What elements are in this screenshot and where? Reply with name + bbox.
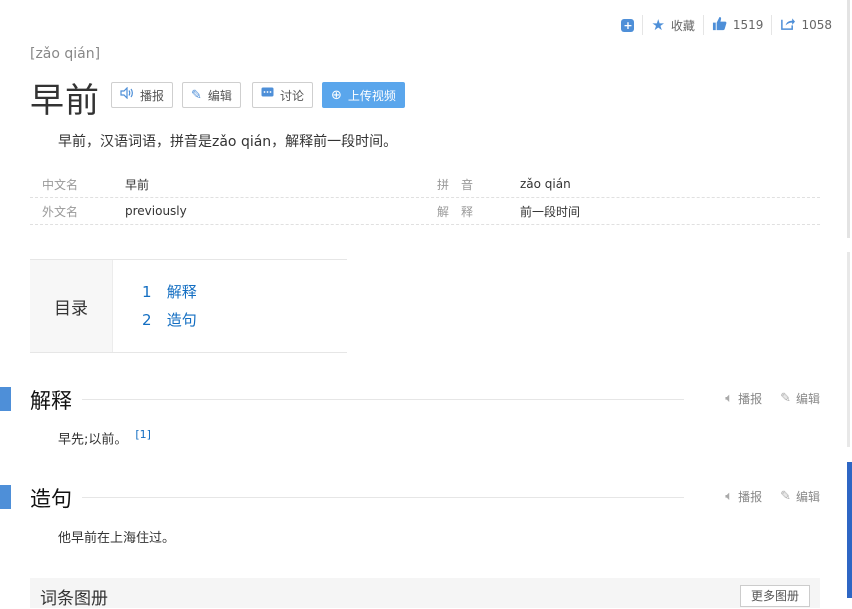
- upload-video-label: 上传视频: [347, 88, 396, 103]
- pencil-icon: ✎: [191, 87, 202, 103]
- entry-summary: 早前，汉语词语，拼音是zǎo qián，解释前一段时间。: [58, 134, 398, 150]
- section-marker: [0, 387, 11, 411]
- collect-label: 收藏: [670, 18, 695, 33]
- basic-info-row: 中文名 早前 拼 音 zǎo qián: [30, 171, 820, 198]
- info-key: 中文名: [42, 177, 79, 192]
- toc-link[interactable]: 造句: [167, 311, 197, 329]
- right-edge-strip: [847, 0, 850, 238]
- section-divider: [82, 399, 684, 400]
- plus-circle-icon: ⊕: [331, 87, 342, 103]
- section-broadcast-label: 播报: [738, 490, 763, 504]
- reference-link[interactable]: [1]: [135, 428, 151, 441]
- broadcast-button[interactable]: 播报: [111, 82, 174, 108]
- section-title: 造句: [30, 487, 72, 511]
- section-paragraph: 他早前在上海住过。: [58, 527, 175, 546]
- section-broadcast-label: 播报: [738, 392, 763, 406]
- info-value: zǎo qián: [520, 177, 571, 191]
- entry-action-bar: + ★ 收藏 1519 1058: [613, 14, 840, 36]
- section-broadcast-button[interactable]: 🔈︎ 播报: [725, 390, 762, 407]
- add-button[interactable]: +: [613, 14, 642, 36]
- info-key: 拼 音: [437, 177, 474, 192]
- section-broadcast-button[interactable]: 🔈︎ 播报: [725, 488, 762, 505]
- section-paragraph: 早先;以前。 [1]: [58, 428, 151, 447]
- paragraph-text: 他早前在上海住过。: [58, 531, 176, 546]
- speaker-icon: [120, 86, 134, 103]
- basic-info-row: 外文名 previously 解 释 前一段时间: [30, 198, 820, 225]
- more-albums-button[interactable]: 更多图册: [739, 585, 810, 607]
- section-operations: 🔈︎ 播报 ✎ 编辑: [725, 488, 820, 505]
- discuss-button[interactable]: 讨论: [252, 82, 314, 108]
- right-edge-strip: [847, 252, 850, 447]
- info-value: previously: [125, 204, 187, 218]
- like-button[interactable]: 1519: [704, 14, 772, 36]
- discuss-label: 讨论: [280, 88, 305, 103]
- toc-item-2[interactable]: 2 造句: [142, 306, 197, 334]
- toc-label: 目录: [30, 260, 113, 352]
- collect-button[interactable]: ★ 收藏: [643, 14, 702, 36]
- scrollbar-thumb[interactable]: [847, 462, 852, 598]
- toc-number: 1: [142, 283, 152, 301]
- toc-list: 1 解释 2 造句: [142, 278, 197, 334]
- table-of-contents: 目录 1 解释 2 造句: [30, 259, 347, 353]
- entry-pinyin: [zǎo qián]: [30, 46, 101, 62]
- section-divider: [82, 497, 684, 498]
- info-value: 早前: [125, 177, 150, 192]
- info-key: 解 释: [437, 204, 474, 219]
- section-operations: 🔈︎ 播报 ✎ 编辑: [725, 390, 820, 407]
- entry-album: 词条图册 更多图册: [30, 578, 820, 609]
- section-edit-button[interactable]: ✎ 编辑: [780, 488, 820, 505]
- toc-item-1[interactable]: 1 解释: [142, 278, 197, 306]
- info-value: 前一段时间: [520, 204, 581, 219]
- share-icon: [780, 16, 796, 34]
- speaker-icon: 🔈︎: [725, 391, 734, 406]
- edit-label: 编辑: [207, 88, 232, 103]
- broadcast-label: 播报: [140, 88, 165, 103]
- star-icon: ★: [651, 15, 665, 34]
- album-title: 词条图册: [40, 589, 108, 609]
- section-marker: [0, 485, 11, 509]
- section-title: 解释: [30, 389, 72, 413]
- toc-number: 2: [142, 311, 152, 329]
- section-edit-button[interactable]: ✎ 编辑: [780, 390, 820, 407]
- plus-square-icon: +: [621, 18, 635, 32]
- pencil-icon: ✎: [780, 489, 791, 504]
- info-key: 外文名: [42, 204, 79, 219]
- basic-info-table: 中文名 早前 拼 音 zǎo qián 外文名 previously 解 释 前…: [30, 171, 820, 225]
- share-button[interactable]: 1058: [772, 14, 840, 36]
- like-count: 1519: [732, 18, 764, 32]
- upload-video-button[interactable]: ⊕ 上传视频: [322, 82, 405, 108]
- toc-link[interactable]: 解释: [167, 283, 197, 301]
- pencil-icon: ✎: [780, 391, 791, 406]
- section-edit-label: 编辑: [795, 392, 820, 406]
- share-count: 1058: [801, 18, 832, 32]
- paragraph-text: 早先;以前。: [58, 432, 128, 448]
- section-edit-label: 编辑: [795, 490, 820, 504]
- thumbs-up-icon: [712, 16, 727, 34]
- edit-button[interactable]: ✎ 编辑: [182, 82, 241, 108]
- chat-icon: [261, 87, 274, 103]
- speaker-icon: 🔈︎: [725, 489, 734, 504]
- page-title: 早前: [30, 81, 100, 121]
